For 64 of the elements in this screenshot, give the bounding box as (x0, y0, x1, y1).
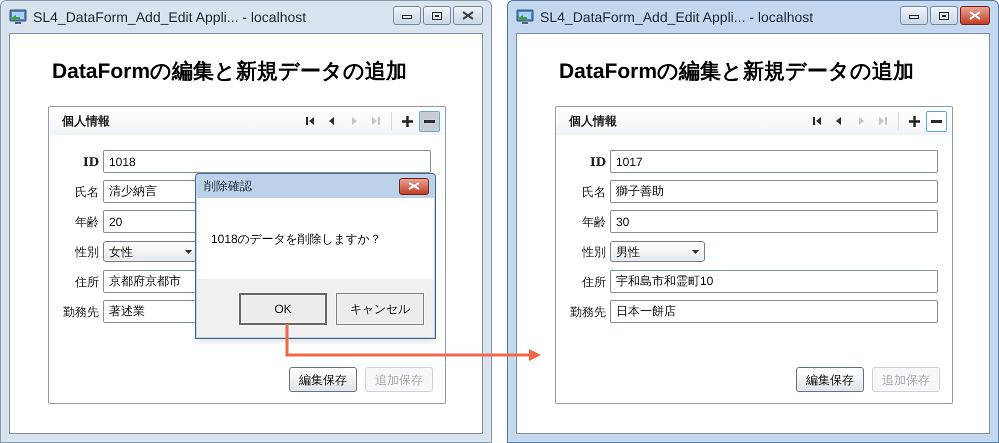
field-label: 氏名 (581, 184, 606, 200)
field-label: 住所 (581, 274, 606, 290)
form-button[interactable]: 編集保存 (796, 367, 864, 392)
field-label: 性別 (580, 244, 606, 260)
minus-icon (424, 120, 435, 122)
monitor-icon (516, 9, 534, 25)
text-field[interactable]: 宇和島市和霊町10 (610, 270, 938, 293)
close-button[interactable] (453, 6, 483, 25)
dropdown-arrow-icon (185, 250, 192, 254)
plus-icon (402, 116, 412, 126)
triangle-right-icon (349, 116, 359, 126)
dialog-button[interactable]: OK (239, 293, 327, 325)
skip-back-icon (812, 116, 822, 126)
form-header: 個人情報 (569, 113, 617, 130)
minimize-button[interactable] (393, 6, 421, 25)
maximize-icon (939, 12, 949, 20)
maximize-button[interactable] (423, 6, 451, 25)
text-field[interactable]: 1018 (103, 150, 431, 173)
window-title: SL4_DataForm_Add_Edit Appli... - localhost (540, 8, 814, 27)
field-label: 年齢 (74, 214, 99, 230)
triangle-right-icon (856, 116, 866, 126)
form-header: 個人情報 (62, 113, 110, 130)
field-label: 住所 (74, 274, 99, 290)
dialog-message: 1018のデータを削除しますか？ (211, 230, 382, 248)
skip-forward-icon (371, 116, 381, 126)
field-label: 年齢 (581, 214, 606, 230)
field-label: 勤務先 (569, 304, 606, 320)
field-label: 勤務先 (62, 304, 99, 320)
page-heading: DataFormの編集と新規データの追加 (52, 58, 408, 85)
dropdown[interactable]: 男性 (610, 241, 705, 262)
delete-button[interactable] (419, 110, 440, 132)
field-label: 性別 (74, 244, 99, 260)
text-field[interactable]: 日本一餅店 (610, 300, 938, 323)
close-button[interactable] (960, 6, 990, 25)
form-button[interactable]: 編集保存 (289, 367, 357, 392)
plus-icon (908, 116, 920, 126)
field-label: 氏名 (74, 184, 99, 200)
close-button[interactable] (399, 178, 429, 194)
text-field[interactable]: 1017 (610, 150, 938, 173)
dropdown-arrow-icon (692, 250, 699, 254)
triangle-left-icon (834, 116, 844, 126)
text-field[interactable]: 獅子善助 (610, 180, 938, 203)
dialog-title: 削除確認 (204, 178, 252, 195)
dialog-button[interactable]: キャンセル (336, 293, 424, 325)
close-icon (969, 11, 981, 20)
skip-forward-icon (878, 116, 888, 126)
delete-button[interactable] (926, 110, 947, 132)
minimize-icon (402, 12, 412, 18)
text-field[interactable]: 30 (610, 210, 938, 233)
skip-back-icon (305, 116, 315, 126)
maximize-icon (432, 12, 442, 20)
maximize-button[interactable] (930, 6, 958, 25)
close-icon (462, 11, 474, 20)
window-title: SL4_DataForm_Add_Edit Appli... - localhost (33, 8, 306, 27)
minimize-button[interactable] (900, 6, 928, 25)
minimize-icon (909, 12, 919, 18)
field-label: ID (588, 154, 606, 170)
triangle-left-icon (327, 116, 337, 126)
close-icon (408, 182, 420, 190)
minus-icon (931, 120, 942, 122)
page-heading: DataFormの編集と新規データの追加 (559, 58, 916, 85)
dropdown[interactable]: 女性 (103, 241, 198, 262)
field-label: ID (82, 154, 99, 170)
monitor-icon (9, 9, 27, 25)
